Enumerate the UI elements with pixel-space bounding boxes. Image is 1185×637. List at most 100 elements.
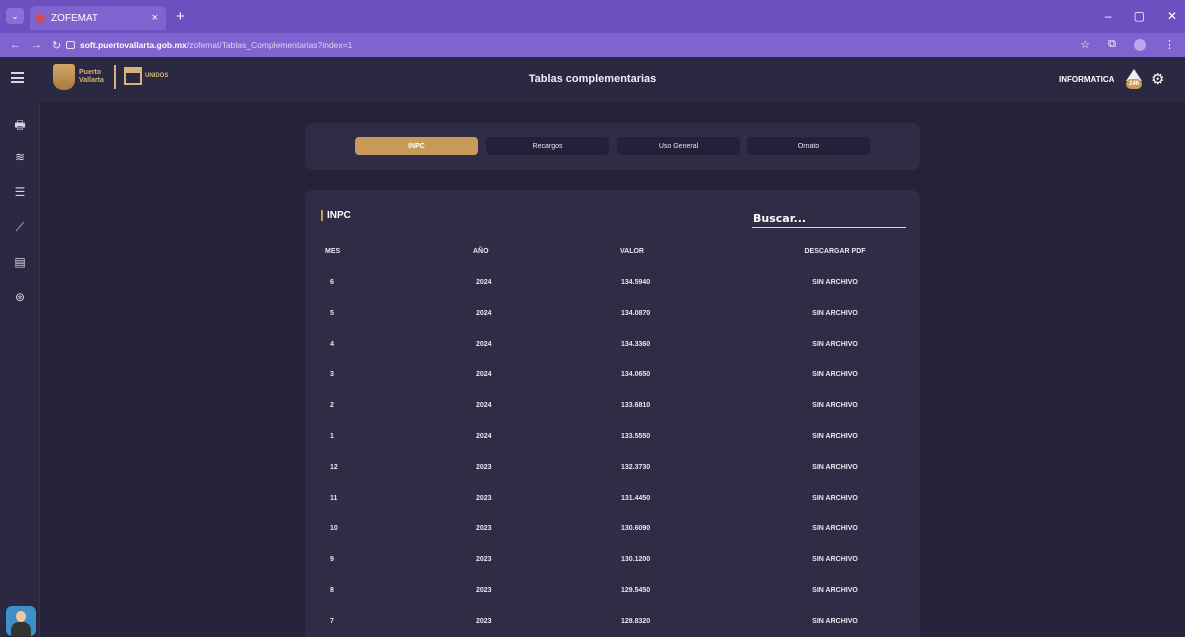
cell-anio: 2024 — [476, 309, 492, 317]
table-row: 5 2024 134.0870 SIN ARCHIVO — [305, 310, 920, 322]
column-header-valor[interactable]: VALOR — [620, 248, 644, 255]
cell-valor: 134.3360 — [621, 340, 651, 348]
list-icon[interactable]: ☰ — [13, 185, 27, 199]
cell-descargar-pdf[interactable]: SIN ARCHIVO — [775, 618, 895, 625]
cell-anio: 2024 — [476, 371, 492, 379]
minimize-button[interactable]: – — [1105, 9, 1112, 23]
table-row: 6 2024 134.5940 SIN ARCHIVO — [305, 279, 920, 291]
table-row: 10 2023 130.6090 SIN ARCHIVO — [305, 525, 920, 537]
cell-mes: 11 — [330, 494, 338, 502]
table-row: 11 2023 131.4450 SIN ARCHIVO — [305, 495, 920, 507]
tab-close-icon[interactable]: × — [152, 12, 158, 24]
cell-mes: 9 — [330, 556, 334, 564]
cell-anio: 2023 — [476, 525, 492, 533]
close-window-button[interactable]: ✕ — [1167, 9, 1177, 23]
cell-valor: 133.5550 — [621, 433, 651, 440]
cell-anio: 2023 — [476, 587, 492, 594]
cell-descargar-pdf[interactable]: SIN ARCHIVO — [775, 525, 895, 532]
address-bar-actions: ☆ ⧉ ⋮ — [1080, 38, 1175, 51]
cell-anio: 2023 — [476, 463, 492, 471]
cell-mes: 6 — [330, 279, 334, 286]
table-row: 12 2023 132.3730 SIN ARCHIVO — [305, 464, 920, 476]
search-input[interactable] — [752, 209, 906, 228]
site-info-icon[interactable] — [66, 41, 75, 49]
cell-descargar-pdf[interactable]: SIN ARCHIVO — [775, 556, 895, 563]
table-row: 1 2024 133.5550 SIN ARCHIVO — [305, 433, 920, 445]
cell-anio: 2024 — [476, 340, 492, 348]
cell-mes: 7 — [330, 617, 334, 625]
assistant-avatar[interactable] — [6, 606, 36, 636]
reload-icon[interactable]: ↻ — [52, 39, 61, 52]
cell-valor: 130.1200 — [621, 556, 651, 564]
inpc-table-card: INPC MES AÑO VALOR DESCARGAR PDF 6202413… — [305, 190, 920, 637]
cell-valor: 134.5940 — [621, 279, 651, 286]
new-tab-button[interactable]: + — [176, 8, 185, 25]
gear-icon[interactable]: ⚙ — [1151, 70, 1164, 88]
extensions-icon[interactable]: ⧉ — [1108, 38, 1116, 51]
table-row: 4 2024 134.3360 SIN ARCHIVO — [305, 341, 920, 353]
cell-descargar-pdf[interactable]: SIN ARCHIVO — [775, 402, 895, 409]
user-name[interactable]: INFORMATICA — [1059, 75, 1114, 84]
profile-avatar[interactable] — [1134, 38, 1146, 51]
favicon-icon — [36, 13, 45, 23]
bookmark-star-icon[interactable]: ☆ — [1080, 38, 1090, 51]
page-title: Tablas complementarias — [528, 73, 657, 85]
cell-anio: 2023 — [476, 617, 492, 625]
tab-inpc[interactable]: INPC — [355, 137, 478, 155]
cell-valor: 134.0650 — [621, 371, 651, 379]
user-badge: 246 — [1126, 79, 1142, 89]
cell-valor: 132.3730 — [621, 463, 651, 471]
cell-mes: 5 — [330, 309, 334, 317]
cell-descargar-pdf[interactable]: SIN ARCHIVO — [775, 495, 895, 502]
table-row: 8 2023 129.5450 SIN ARCHIVO — [305, 587, 920, 599]
window-controls: – ▢ ✕ — [1105, 9, 1177, 23]
sidebar: 🖶 ≋ ☰ ⟋ ▤ ⊛ — [0, 102, 40, 637]
table-row: 7 2023 128.8320 SIN ARCHIVO — [305, 618, 920, 630]
cell-mes: 4 — [330, 340, 334, 348]
cell-descargar-pdf[interactable]: SIN ARCHIVO — [775, 279, 895, 286]
cell-descargar-pdf[interactable]: SIN ARCHIVO — [775, 464, 895, 471]
maximize-button[interactable]: ▢ — [1134, 9, 1145, 23]
id-card-icon[interactable]: ▤ — [13, 255, 27, 269]
browser-tab[interactable]: ZOFEMAT × — [30, 6, 166, 30]
cell-descargar-pdf[interactable]: SIN ARCHIVO — [775, 310, 895, 317]
fingerprint-icon[interactable]: ⊛ — [13, 290, 27, 304]
column-header-mes[interactable]: MES — [325, 248, 340, 255]
browser-menu-icon[interactable]: ⋮ — [1164, 38, 1175, 51]
url-field[interactable]: soft.puertovallarta.gob.mx /zofemat/Tabl… — [80, 37, 352, 53]
tab-recargos[interactable]: Recargos — [486, 137, 609, 155]
cell-anio: 2024 — [476, 279, 492, 286]
cell-mes: 3 — [330, 371, 334, 379]
cell-mes: 12 — [330, 463, 338, 471]
tab-search-button[interactable]: ⌄ — [6, 8, 24, 24]
url-path: /zofemat/Tablas_Complementarias?index=1 — [186, 40, 353, 50]
cell-mes: 10 — [330, 525, 338, 533]
tab-ornato[interactable]: Ornato — [747, 137, 870, 155]
column-header-anio[interactable]: AÑO — [473, 248, 489, 255]
url-host: soft.puertovallarta.gob.mx — [80, 40, 187, 50]
cell-valor: 133.6810 — [621, 402, 651, 410]
cell-mes: 2 — [330, 402, 334, 410]
cell-mes: 1 — [330, 433, 334, 440]
cell-descargar-pdf[interactable]: SIN ARCHIVO — [775, 433, 895, 440]
column-header-descargar-pdf[interactable]: DESCARGAR PDF — [775, 248, 895, 255]
cell-descargar-pdf[interactable]: SIN ARCHIVO — [775, 371, 895, 378]
table-title: INPC — [321, 210, 351, 221]
user-avatar[interactable]: 246 — [1123, 69, 1145, 89]
back-icon[interactable]: ← — [10, 39, 21, 51]
table-row: 3 2024 134.0650 SIN ARCHIVO — [305, 371, 920, 383]
cell-mes: 8 — [330, 587, 334, 594]
cell-valor: 130.6090 — [621, 525, 651, 533]
printer-icon[interactable]: 🖶 — [13, 116, 27, 137]
cell-descargar-pdf[interactable]: SIN ARCHIVO — [775, 587, 895, 594]
tab-uso-general[interactable]: Uso General — [617, 137, 740, 155]
cell-valor: 128.8320 — [621, 617, 651, 625]
chart-line-icon[interactable]: ⟋ — [13, 220, 27, 235]
cell-anio: 2023 — [476, 556, 492, 564]
cell-descargar-pdf[interactable]: SIN ARCHIVO — [775, 341, 895, 348]
tab-title: ZOFEMAT — [51, 12, 99, 24]
table-row: 9 2023 130.1200 SIN ARCHIVO — [305, 556, 920, 568]
waves-icon[interactable]: ≋ — [13, 150, 27, 164]
forward-icon[interactable]: → — [31, 39, 42, 51]
cell-anio: 2024 — [476, 433, 492, 440]
